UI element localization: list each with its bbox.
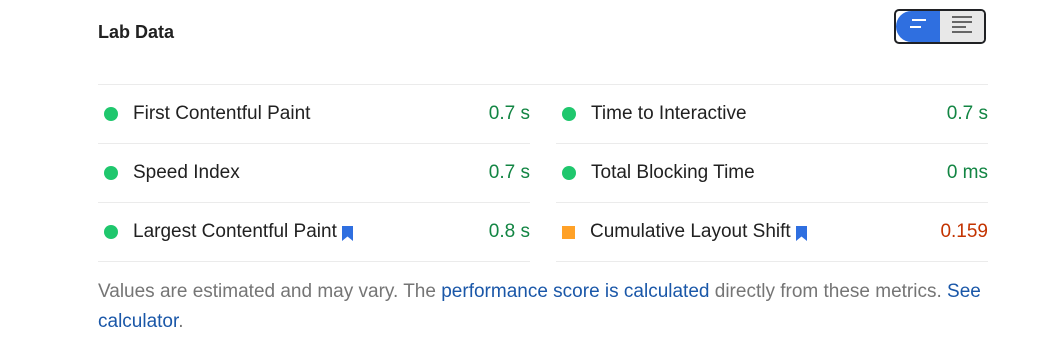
metric-row-time-to-interactive: Time to Interactive 0.7 s xyxy=(556,85,988,144)
metric-value: 0 ms xyxy=(946,162,988,183)
pass-status-icon xyxy=(104,107,118,121)
average-status-icon xyxy=(562,225,575,239)
bookmark-icon[interactable] xyxy=(341,225,353,241)
metric-label: Cumulative Layout Shift xyxy=(590,221,807,243)
metric-row-speed-index: Speed Index 0.7 s xyxy=(98,144,530,203)
metric-label: Speed Index xyxy=(133,162,240,183)
metrics-grid: First Contentful Paint 0.7 s Speed Index… xyxy=(98,85,988,262)
metric-row-total-blocking-time: Total Blocking Time 0 ms xyxy=(556,144,988,203)
pass-status-icon xyxy=(104,225,118,239)
metric-value: 0.7 s xyxy=(488,103,530,124)
metric-value: 0.7 s xyxy=(488,162,530,183)
metric-row-first-contentful-paint: First Contentful Paint 0.7 s xyxy=(98,85,530,144)
metric-label: First Contentful Paint xyxy=(133,103,311,124)
metrics-disclaimer: Values are estimated and may vary. The p… xyxy=(98,281,981,332)
bookmark-icon[interactable] xyxy=(795,225,807,241)
pass-status-icon xyxy=(562,166,576,180)
metric-label: Total Blocking Time xyxy=(591,162,755,183)
section-title: Lab Data xyxy=(98,22,175,42)
summary-view-button[interactable] xyxy=(896,11,940,42)
detailed-view-icon xyxy=(950,15,974,38)
metric-value: 0.7 s xyxy=(946,103,988,124)
metric-value: 0.8 s xyxy=(488,221,530,242)
pass-status-icon xyxy=(562,107,576,121)
metric-value: 0.159 xyxy=(940,221,988,242)
view-toggle[interactable] xyxy=(894,9,986,44)
summary-view-icon xyxy=(907,17,929,36)
lab-data-section: Lab Data First Contentful Paint 0.7 s Sp… xyxy=(98,0,988,351)
metrics-column-left: First Contentful Paint 0.7 s Speed Index… xyxy=(98,85,530,262)
metric-row-cumulative-layout-shift: Cumulative Layout Shift 0.159 xyxy=(556,203,988,262)
pass-status-icon xyxy=(104,166,118,180)
performance-score-link[interactable]: performance score is calculated xyxy=(441,281,709,302)
metric-label: Largest Contentful Paint xyxy=(133,221,353,243)
metrics-column-right: Time to Interactive 0.7 s Total Blocking… xyxy=(556,85,988,262)
metric-label: Time to Interactive xyxy=(591,103,747,124)
metric-row-largest-contentful-paint: Largest Contentful Paint 0.8 s xyxy=(98,203,530,262)
detailed-view-button[interactable] xyxy=(940,11,984,42)
lab-data-header: Lab Data xyxy=(98,0,988,85)
